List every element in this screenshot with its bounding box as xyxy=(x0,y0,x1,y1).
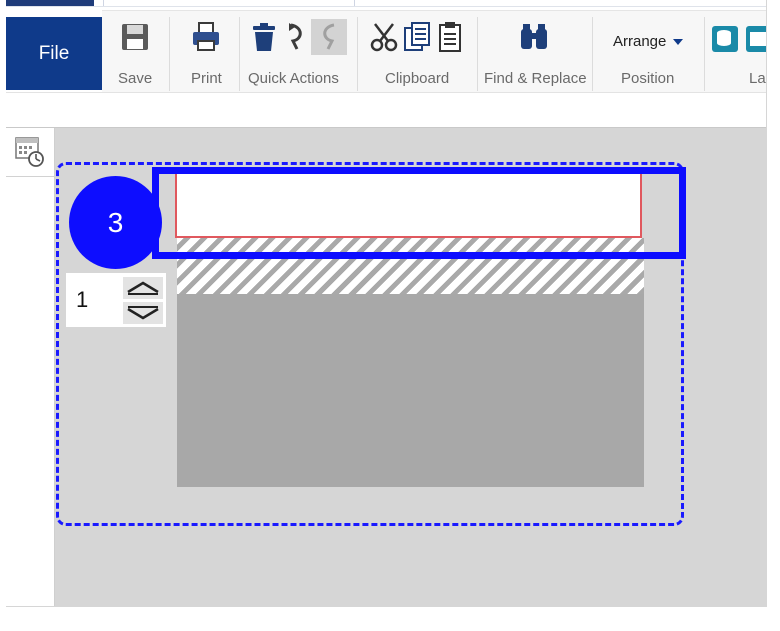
app-window: Save Print Quick Actions Clipboard Find … xyxy=(6,0,767,607)
save-icon[interactable] xyxy=(117,19,153,55)
step-number-badge: 3 xyxy=(69,176,162,269)
chevron-up-icon xyxy=(127,281,159,295)
database-icon[interactable] xyxy=(711,25,739,53)
ribbon-separator xyxy=(239,17,240,91)
highlight-callout-box xyxy=(152,167,686,259)
undo-icon[interactable] xyxy=(278,19,314,55)
binoculars-icon[interactable] xyxy=(516,19,552,55)
paste-icon[interactable] xyxy=(432,19,468,55)
redo-icon[interactable] xyxy=(311,19,347,55)
arrange-dropdown[interactable]: Arrange xyxy=(613,33,684,50)
ribbon-separator xyxy=(357,17,358,91)
page-up-button[interactable] xyxy=(123,277,163,299)
ribbon-separator xyxy=(477,17,478,91)
ribbon-separator xyxy=(592,17,593,91)
file-button[interactable]: File xyxy=(6,17,102,90)
design-canvas[interactable]: 3 1 xyxy=(6,127,766,606)
position-label: Position xyxy=(621,70,675,87)
content-placeholder[interactable] xyxy=(177,294,644,487)
cut-icon[interactable] xyxy=(366,19,402,55)
arrange-label: Arrange xyxy=(613,33,667,50)
ribbon-separator xyxy=(169,17,170,91)
print-label[interactable]: Print xyxy=(191,70,222,87)
rail-divider xyxy=(6,176,54,177)
find-replace-label[interactable]: Find & Replace xyxy=(484,70,587,87)
tab-strip-divider xyxy=(6,6,766,7)
quick-actions-label: Quick Actions xyxy=(248,70,339,87)
chevron-down-icon xyxy=(127,306,159,320)
save-label[interactable]: Save xyxy=(118,70,152,87)
sort-icon[interactable] xyxy=(745,25,766,53)
page-number-value: 1 xyxy=(76,287,89,312)
ribbon-bottom-border xyxy=(6,92,766,93)
delete-icon[interactable] xyxy=(246,19,282,55)
layout-label: La xyxy=(749,70,766,87)
print-icon[interactable] xyxy=(188,19,224,55)
ribbon-separator xyxy=(704,17,705,91)
ribbon: Save Print Quick Actions Clipboard Find … xyxy=(102,10,766,93)
clipboard-label: Clipboard xyxy=(385,70,450,87)
calendar-clock-icon[interactable] xyxy=(14,134,46,168)
copy-icon[interactable] xyxy=(399,19,435,55)
page-number-stepper[interactable]: 1 xyxy=(66,273,166,327)
chevron-down-icon xyxy=(673,38,684,45)
left-toolbar xyxy=(6,128,55,606)
page-down-button[interactable] xyxy=(123,302,163,324)
